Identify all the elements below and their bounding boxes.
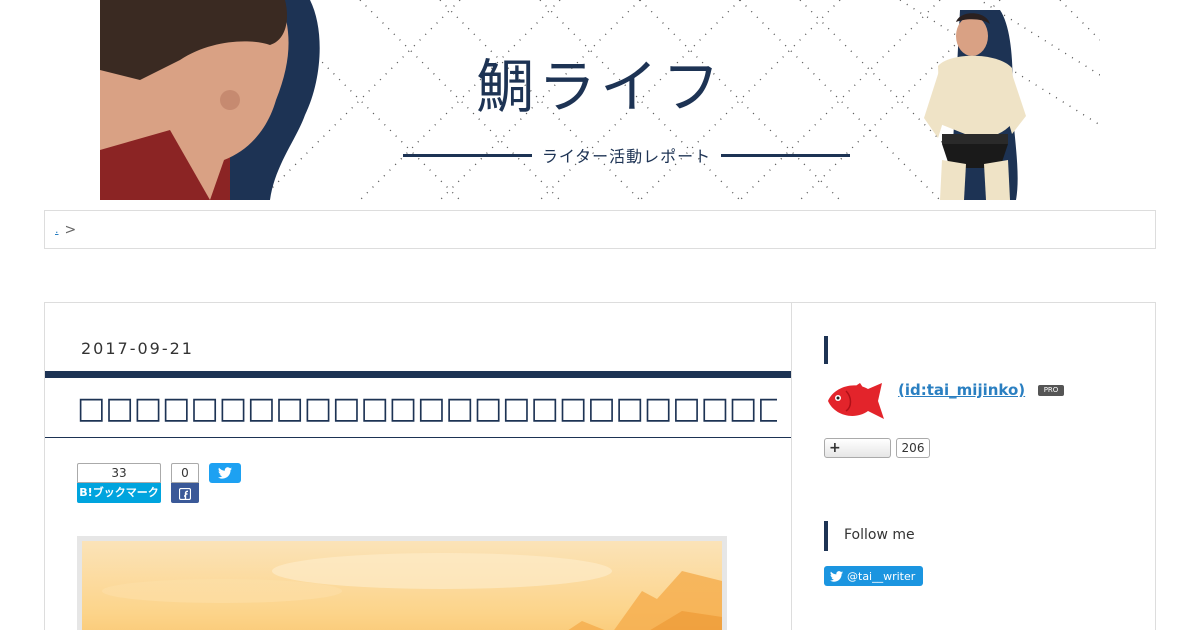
facebook-share-count: 0 (171, 463, 199, 483)
muscle-suit-image (924, 10, 1026, 200)
sunset-mountains-image[interactable] (82, 541, 722, 630)
entry-date[interactable]: 2017-09-21 (81, 339, 194, 358)
subtitle-divider-right (721, 153, 850, 157)
subscriber-count: 206 (896, 438, 930, 458)
pro-badge: PRO (1038, 385, 1064, 396)
follow-heading-bar (824, 521, 828, 551)
hatena-bookmark-label[interactable]: B!ブックマーク (77, 483, 161, 503)
subtitle-divider-left (403, 153, 532, 157)
profile-user-id-link[interactable]: (id:tai_mijinko) (898, 381, 1025, 399)
red-fish-avatar-icon[interactable] (824, 379, 888, 423)
twitter-share-button[interactable] (209, 463, 241, 483)
article-container: 2017-09-21 □□□□□□□□□□□□□□□□□□□□□□□□□□□□□… (44, 302, 792, 630)
header-banner[interactable]: 鯛ライフ ライター活動レポート (100, 0, 1100, 200)
hatena-bookmark-button[interactable]: 33 B!ブックマーク (77, 463, 161, 503)
hatena-bookmark-count[interactable]: 33 (77, 463, 161, 483)
facebook-icon[interactable] (171, 483, 199, 503)
profile-heading-bar (824, 336, 828, 364)
entry-header-rule (45, 371, 792, 378)
follow-heading: Follow me (844, 527, 915, 543)
entry-title[interactable]: □□□□□□□□□□□□□□□□□□□□□□□□□□□□□□□□□□□□□ (77, 391, 777, 427)
breadcrumb: . > (44, 210, 1156, 249)
blog-subtitle: ライター活動レポート (541, 147, 712, 166)
twitter-handle: @tai__writer (847, 569, 916, 583)
sidebar: (id:tai_mijinko) PRO + 206 Follow me @ta… (791, 302, 1156, 630)
twitter-follow-button[interactable]: @tai__writer (824, 566, 924, 586)
breadcrumb-home-link[interactable]: . (55, 223, 59, 236)
subscribe-button[interactable]: + (824, 438, 891, 458)
entry-hero-image-frame (77, 536, 727, 630)
facebook-share-button[interactable]: 0 (171, 463, 199, 503)
breadcrumb-separator: > (64, 221, 77, 238)
blog-subtitle-row: ライター活動レポート (403, 142, 850, 168)
twitter-bird-icon (830, 570, 843, 582)
twitter-icon (218, 467, 232, 479)
entry-title-divider (45, 437, 792, 438)
